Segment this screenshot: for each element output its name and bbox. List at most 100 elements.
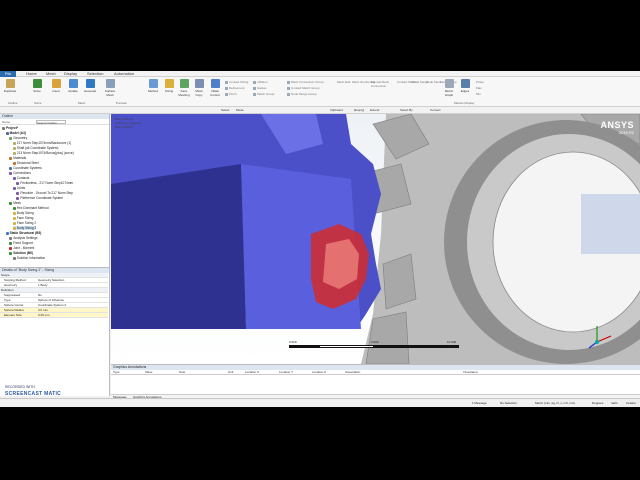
- group-label-mesh: Mesh: [78, 101, 86, 105]
- mesh-edit-button[interactable]: Mesh Edit: [337, 80, 350, 84]
- update-icon: [68, 79, 78, 88]
- outline-node-label: Solution Information: [16, 256, 46, 260]
- col-unit[interactable]: Unit: [228, 370, 233, 375]
- outline-node[interactable]: Analysis Settings: [9, 236, 37, 240]
- outline-node[interactable]: Frictionless - 217 Norm Step1074mm: [16, 181, 73, 185]
- update-button[interactable]: Update: [66, 79, 80, 101]
- outline-node-label: Structural Steel: [16, 161, 39, 165]
- outline-node-label: Solution (B6): [13, 251, 34, 255]
- outline-node[interactable]: Revolute - Ground To 217 Norm Step: [16, 191, 73, 195]
- face-meshing-button[interactable]: Face Meshing: [177, 79, 191, 101]
- col-location-x[interactable]: Location X: [245, 370, 259, 375]
- outline-node[interactable]: Reference Coordinate System: [16, 196, 63, 200]
- graphics-viewport[interactable]: Body Sizing 2 Sphere of Influence Body S…: [111, 114, 640, 364]
- solve-button[interactable]: Solve: [30, 79, 44, 101]
- outline-node[interactable]: Fixed Support: [9, 241, 33, 245]
- group-label-metrics-display: Metrics Display: [454, 101, 475, 105]
- group-label-preview: Preview: [116, 101, 127, 105]
- outline-node[interactable]: Joint - Moment: [9, 246, 34, 250]
- outline-node[interactable]: Materials: [9, 156, 26, 160]
- col-type[interactable]: Type: [113, 370, 120, 375]
- outline-node[interactable]: Face Sizing: [12, 216, 33, 220]
- method-icon: [148, 79, 158, 88]
- generate-button[interactable]: Generate: [82, 79, 98, 101]
- outline-node[interactable]: 217 Norm Step1074mm/Backcurve (1): [12, 141, 71, 145]
- view-toolbar: Select Mode Clipboard [Empty] Extend Sel…: [0, 107, 640, 114]
- outline-node[interactable]: Mesh: [9, 201, 21, 205]
- probe-button[interactable]: Probe: [476, 80, 484, 84]
- method-button[interactable]: Method: [145, 79, 161, 101]
- sizing-icon: [164, 79, 174, 88]
- metric-graph-button[interactable]: Metric Graph: [442, 79, 456, 101]
- manual-mesh-connection-button[interactable]: Manual Mesh Connection: [371, 80, 393, 88]
- outline-node[interactable]: Solution Information: [12, 256, 46, 260]
- mesh-connection-group-button[interactable]: Mesh Connection Group: [287, 80, 324, 84]
- node-merge-group-button[interactable]: Node Merge Group: [287, 92, 317, 96]
- status-degrees[interactable]: Degrees: [592, 401, 603, 405]
- status-messages[interactable]: 1 Message: [472, 401, 487, 405]
- outline-node[interactable]: Connections: [9, 171, 31, 175]
- outline-node[interactable]: Structural Steel: [12, 161, 39, 165]
- outline-node-label: Static Structural (B5): [9, 231, 42, 235]
- inflate-control-button[interactable]: Inflate Control: [207, 79, 223, 101]
- gasket-icon: [253, 86, 256, 90]
- mesh-copy-button[interactable]: Mesh Copy: [192, 79, 206, 101]
- edges-button[interactable]: Edges: [459, 79, 471, 101]
- refinement-button[interactable]: Refinement: [225, 86, 244, 90]
- outline-node[interactable]: Body Sizing 2: [12, 226, 37, 230]
- outline-node[interactable]: Face Sizing 2: [12, 221, 36, 225]
- col-location-y[interactable]: Location Y: [279, 370, 293, 375]
- outline-node[interactable]: Contacts: [12, 176, 29, 180]
- duplicate-button[interactable]: Duplicate: [2, 79, 18, 101]
- status-rads[interactable]: rad/s: [611, 401, 618, 405]
- select-button[interactable]: Select: [221, 108, 229, 112]
- outline-node[interactable]: Geometry: [9, 136, 27, 140]
- contact-sizing-button[interactable]: Contact Sizing: [225, 80, 248, 84]
- tree-node-icon: [12, 161, 16, 165]
- outline-node[interactable]: Project*: [2, 126, 18, 130]
- mode-dropdown[interactable]: Mode: [236, 108, 244, 112]
- col-association[interactable]: Association: [345, 370, 360, 375]
- status-temperature[interactable]: Celsius: [626, 401, 636, 405]
- details-row[interactable]: Element Size 0.25 mm: [0, 313, 108, 318]
- contact-match-group-button[interactable]: Contact Match Group: [287, 86, 320, 90]
- surface-mesh-icon: [105, 79, 115, 88]
- gear-model[interactable]: [111, 114, 640, 364]
- tree-node-icon: [12, 256, 16, 260]
- outline-node[interactable]: Static Structural (B5): [5, 231, 42, 235]
- outline-node[interactable]: Shaft (all Coordinate System): [12, 146, 59, 150]
- scale-label-mid: 5.000: [371, 340, 379, 344]
- annotations-columns: Type Value Note Unit Location X Location…: [111, 370, 640, 375]
- col-value[interactable]: Value: [145, 370, 152, 375]
- convert-dropdown[interactable]: Convert: [430, 108, 441, 112]
- inflation-button[interactable]: Inflation: [253, 80, 268, 84]
- name-filter-dropdown[interactable]: Name: [2, 120, 10, 124]
- surface-mesh-button[interactable]: Surface Mesh: [101, 79, 119, 101]
- col-timestamp[interactable]: Timestamp: [463, 370, 478, 375]
- outline-node[interactable]: Body Sizing: [12, 211, 34, 215]
- outline-node[interactable]: Coordinate Systems: [9, 166, 42, 170]
- pinch-button[interactable]: Pinch: [225, 92, 237, 96]
- col-note[interactable]: Note: [179, 370, 185, 375]
- outline-node[interactable]: Model (A4): [5, 131, 26, 135]
- empty-clipboard[interactable]: [Empty]: [354, 108, 364, 112]
- outline-node[interactable]: Solution (B6): [9, 251, 33, 255]
- extend-dropdown[interactable]: Extend: [370, 108, 379, 112]
- col-location-z[interactable]: Location Z: [312, 370, 326, 375]
- outline-node-label: Shaft (all Coordinate System): [16, 146, 59, 150]
- details-value[interactable]: 0.25 mm: [38, 313, 50, 318]
- clipboard-dropdown[interactable]: Clipboard: [330, 108, 343, 112]
- status-units[interactable]: Metric (mm, kg, N, s, mV, mA): [535, 401, 575, 405]
- outline-node[interactable]: 213 Norm Step1074/Bonus[plus] (curve): [12, 151, 74, 155]
- outline-node[interactable]: Hex Dominant Method: [12, 206, 49, 210]
- match-group-button[interactable]: Match Group: [253, 92, 274, 96]
- outline-node[interactable]: Joints: [12, 186, 25, 190]
- select-by-dropdown[interactable]: Select By: [400, 108, 413, 112]
- min-button[interactable]: Min: [476, 92, 481, 96]
- gasket-button[interactable]: Gasket: [253, 86, 267, 90]
- tree-node-icon: [9, 251, 13, 255]
- max-button[interactable]: Max: [476, 86, 482, 90]
- sizing-button[interactable]: Sizing: [162, 79, 176, 101]
- outline-search-input[interactable]: Search Outline: [36, 120, 66, 125]
- insert-button[interactable]: Insert: [49, 79, 63, 101]
